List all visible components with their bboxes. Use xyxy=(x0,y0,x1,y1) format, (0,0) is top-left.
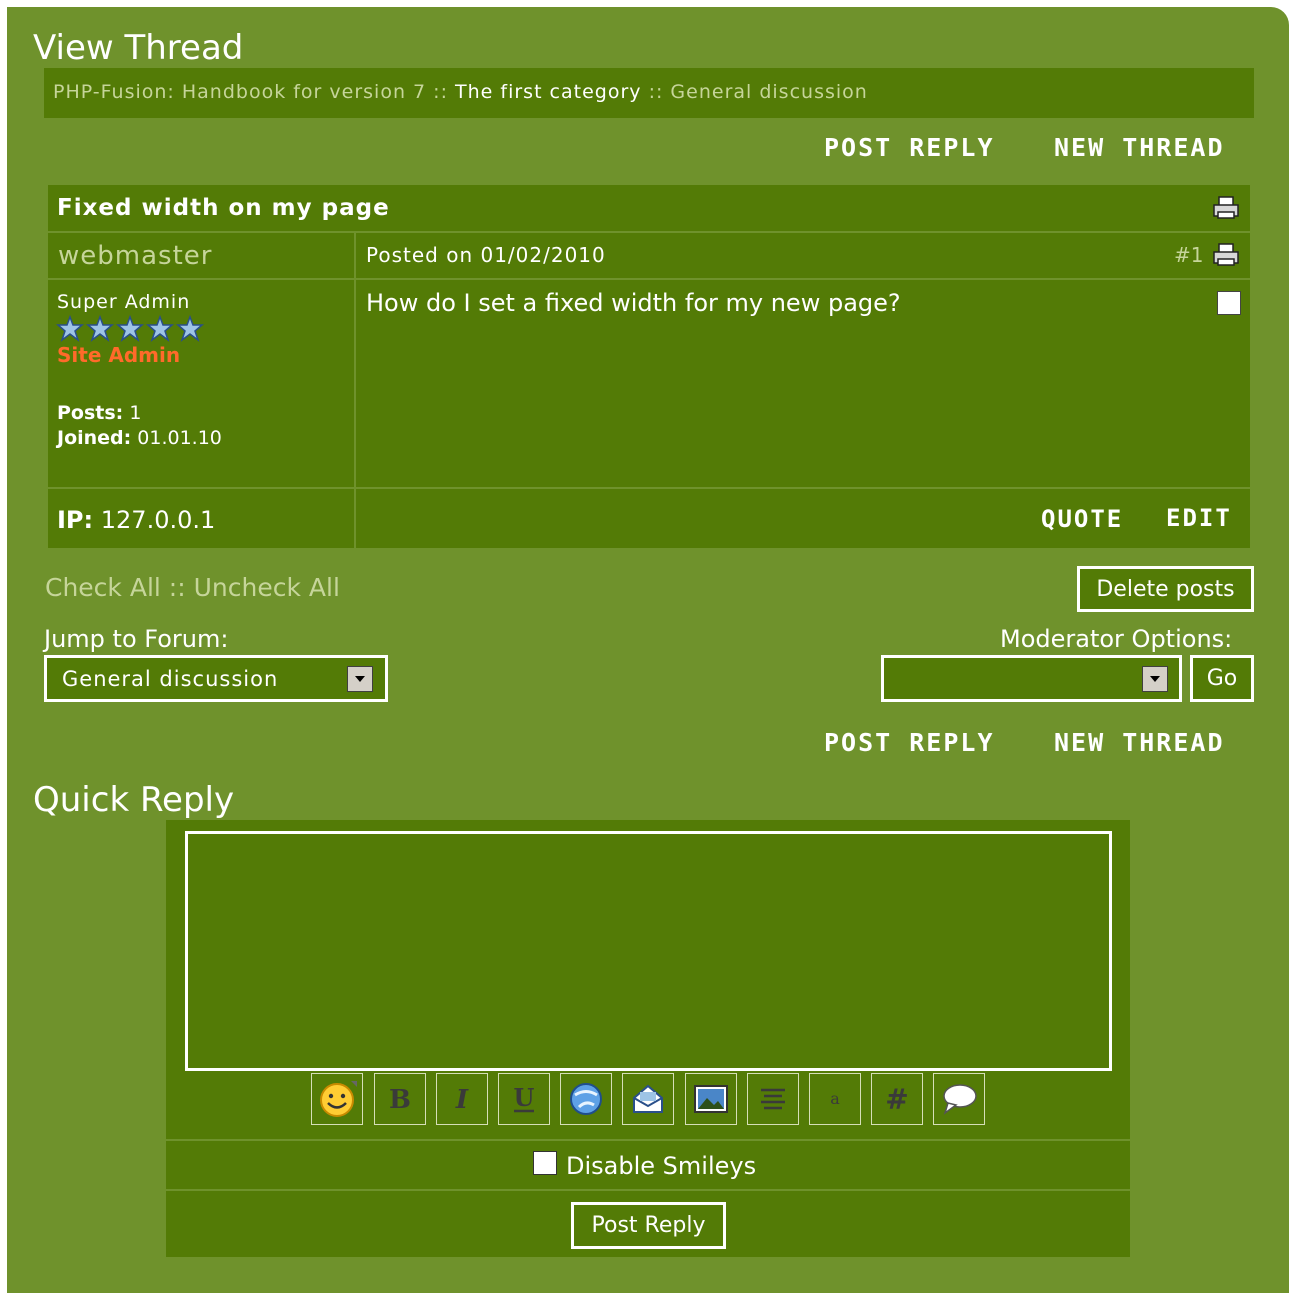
breadcrumb-separator: :: xyxy=(641,81,671,103)
thread-subject: Fixed width on my page xyxy=(57,195,390,221)
check-links: Check All :: Uncheck All xyxy=(45,573,340,602)
new-thread-button-bottom[interactable]: NEW THREAD xyxy=(1054,728,1225,757)
link-separator: :: xyxy=(160,573,194,602)
quick-reply-message-textarea[interactable] xyxy=(185,831,1112,1071)
breadcrumb-site[interactable]: PHP-Fusion: Handbook for version 7 xyxy=(53,81,426,103)
svg-text:B: B xyxy=(389,1085,411,1115)
image-icon[interactable] xyxy=(685,1073,737,1125)
delete-posts-button[interactable]: Delete posts xyxy=(1077,566,1254,612)
posts-label: Posts: xyxy=(57,402,124,424)
breadcrumb: PHP-Fusion: Handbook for version 7 :: Th… xyxy=(44,68,1254,118)
bold-icon[interactable]: B xyxy=(374,1073,426,1125)
user-posts: Posts: 1 xyxy=(57,402,141,424)
chevron-down-icon[interactable] xyxy=(1142,666,1168,692)
svg-text:a: a xyxy=(830,1089,840,1108)
rank-title: Site Admin xyxy=(57,343,181,367)
chevron-down-icon[interactable] xyxy=(347,666,373,692)
breadcrumb-category[interactable]: The first category xyxy=(455,81,642,103)
svg-text:U: U xyxy=(514,1083,535,1112)
go-button[interactable]: Go xyxy=(1190,655,1254,702)
ip-value: 127.0.0.1 xyxy=(93,506,216,534)
post-reply-submit-button[interactable]: Post Reply xyxy=(571,1202,726,1249)
page-title: View Thread xyxy=(33,28,244,68)
italic-icon[interactable]: I xyxy=(436,1073,488,1125)
post-ip: IP: 127.0.0.1 xyxy=(57,506,215,534)
user-joined: Joined: 01.01.10 xyxy=(57,427,222,449)
breadcrumb-separator: :: xyxy=(426,81,456,103)
post-reply-button-bottom[interactable]: POST REPLY xyxy=(824,728,995,757)
ip-label: IP: xyxy=(57,506,94,534)
jump-selected-value: General discussion xyxy=(62,667,279,691)
moderator-options-select[interactable] xyxy=(881,655,1182,702)
thread-table: Fixed width on my page webmaster Posted … xyxy=(48,185,1250,548)
post-number[interactable]: #1 xyxy=(1174,243,1203,267)
post-message: How do I set a fixed width for my new pa… xyxy=(366,289,901,317)
jump-to-forum-select[interactable]: General discussion xyxy=(44,655,388,702)
disable-smileys-checkbox[interactable] xyxy=(533,1151,557,1175)
center-icon[interactable] xyxy=(747,1073,799,1125)
joined-value: 01.01.10 xyxy=(131,427,222,449)
print-post-icon[interactable] xyxy=(1212,242,1240,272)
underline-icon[interactable]: U xyxy=(498,1073,550,1125)
disable-smileys-label: Disable Smileys xyxy=(566,1152,757,1180)
quote-icon[interactable] xyxy=(933,1073,985,1125)
svg-text:I: I xyxy=(455,1085,469,1115)
print-thread-icon[interactable] xyxy=(1212,195,1240,225)
url-icon[interactable] xyxy=(560,1073,612,1125)
quick-reply-title: Quick Reply xyxy=(33,780,235,820)
uncheck-all-link[interactable]: Uncheck All xyxy=(194,573,340,602)
edit-button[interactable]: EDIT xyxy=(1166,504,1232,532)
post-date: Posted on 01/02/2010 xyxy=(366,243,606,267)
post-reply-button[interactable]: POST REPLY xyxy=(824,133,995,162)
breadcrumb-forum[interactable]: General discussion xyxy=(670,81,867,103)
user-role: Super Admin xyxy=(57,291,191,313)
posts-value: 1 xyxy=(123,402,142,424)
moderator-options-label: Moderator Options: xyxy=(1000,625,1233,653)
post-select-checkbox[interactable] xyxy=(1217,291,1241,315)
jump-label: Jump to Forum: xyxy=(44,625,229,653)
svg-text:#: # xyxy=(885,1083,908,1116)
mail-icon[interactable] xyxy=(622,1073,674,1125)
joined-label: Joined: xyxy=(57,427,132,449)
check-all-link[interactable]: Check All xyxy=(45,573,161,602)
code-icon[interactable]: # xyxy=(871,1073,923,1125)
small-text-icon[interactable]: a xyxy=(809,1073,861,1125)
smiley-icon[interactable] xyxy=(311,1073,363,1125)
post-author[interactable]: webmaster xyxy=(58,241,212,271)
new-thread-button[interactable]: NEW THREAD xyxy=(1054,133,1225,162)
quote-button[interactable]: QUOTE xyxy=(1041,505,1123,533)
